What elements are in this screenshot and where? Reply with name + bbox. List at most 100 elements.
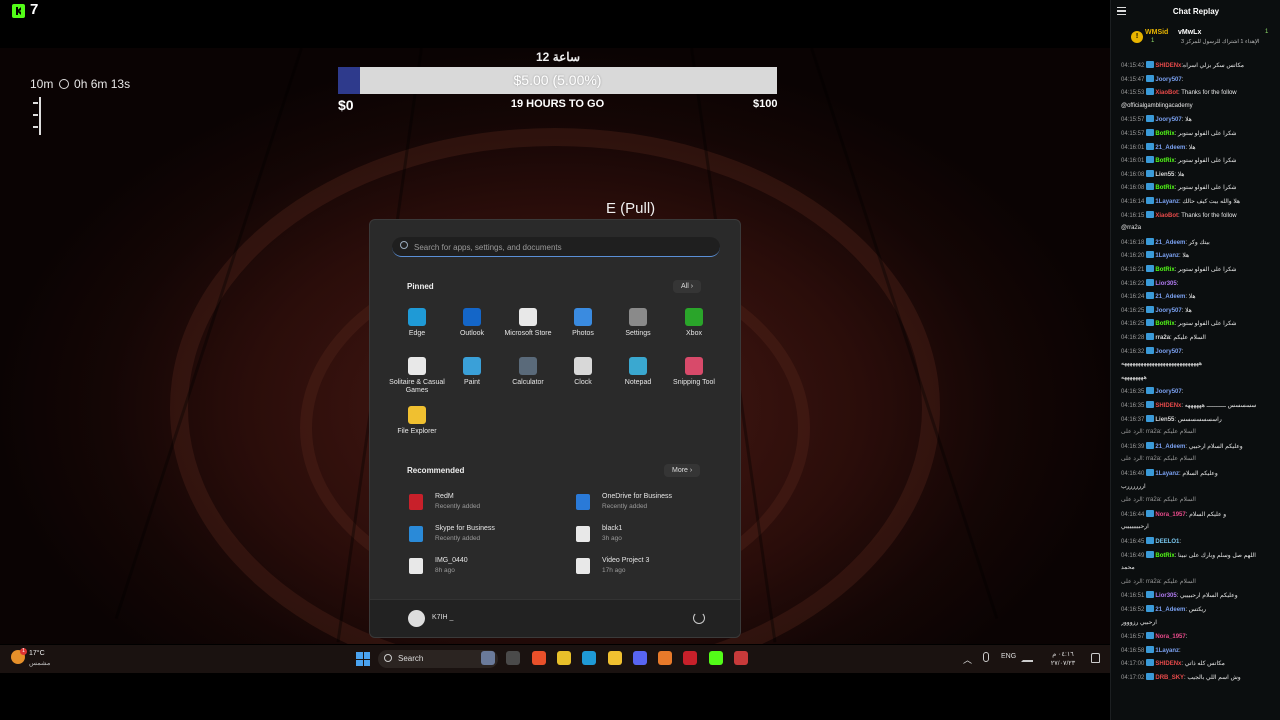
chat-username[interactable]: 1Layanz [1155,648,1179,654]
chat-username[interactable]: Joory507 [1155,349,1181,355]
pinned-app[interactable]: File Explorer [387,406,447,436]
chat-badge-icon [1146,183,1155,191]
recommended-item[interactable]: RedM Recently added [409,491,559,517]
chat-timestamp: 04:16:08 [1121,185,1145,192]
pinned-app[interactable]: Settings [608,308,668,338]
language-indicator[interactable]: ENG [1001,653,1016,660]
chevron-up-icon[interactable]: ︿ [963,653,972,666]
chrome-icon[interactable] [556,651,571,665]
chat-username[interactable]: BotRix [1155,185,1174,191]
widgets-icon[interactable] [506,651,521,665]
pinned-app[interactable]: Outlook [442,308,502,338]
chat-badge-icon [1146,61,1155,68]
chat-username[interactable]: 21_Adeem [1155,145,1185,151]
more-button[interactable]: More › [664,464,701,477]
chat-username[interactable]: Joory507 [1155,308,1181,314]
weather-desc[interactable]: مشمس [29,659,50,667]
user-avatar[interactable] [408,610,425,627]
pinned-recipient[interactable]: vMwLx [1178,29,1201,36]
notification-icon[interactable] [1091,653,1100,663]
pinned-app-label: Outlook [459,330,485,337]
edge-icon[interactable] [582,651,597,665]
tray-clock[interactable]: ٠٤:١٦ م ٢٧/٠٧/٢٣ [1039,650,1087,668]
recommended-item[interactable]: black1 3h ago [576,523,726,549]
redm-icon[interactable] [683,651,698,665]
kick-icon[interactable] [708,651,723,665]
pinned-app[interactable]: Microsoft Store [498,308,558,338]
chat-username[interactable]: SHIDENx [1155,661,1181,667]
chat-username[interactable]: XiaoBot [1155,213,1178,219]
pinned-app[interactable]: Calculator [498,357,558,387]
chat-username[interactable]: BotRix [1155,131,1174,137]
brave-icon[interactable] [531,651,546,665]
chat-username[interactable]: 21_Adeem [1155,607,1185,613]
start-search-box[interactable] [392,237,720,257]
recommended-item[interactable]: OneDrive for Business Recently added [576,491,726,517]
chat-username[interactable]: 21_Adeem [1155,444,1185,450]
power-icon[interactable] [693,612,705,624]
app-icon[interactable] [734,651,748,665]
windows-start-icon[interactable] [356,652,370,666]
chat-username[interactable]: BotRix [1155,267,1174,273]
chat-username[interactable]: SHIDENx [1155,403,1181,409]
chat-username[interactable]: DEELO1 [1155,539,1179,545]
chat-text: @officialgamblingacademy [1121,102,1193,109]
chat-message: اررررررب [1121,483,1277,491]
chat-username[interactable]: BotRix [1155,321,1174,327]
chat-username[interactable]: Joory507 [1155,389,1181,395]
onedrive-icon [576,494,590,510]
chat-username[interactable]: Lior305 [1155,593,1176,599]
chat-username[interactable]: SHIDENx [1155,63,1181,69]
network-icon[interactable] [1021,652,1033,662]
chat-message: 04:16:35 Joory507: [1121,387,1277,396]
chat-timestamp: 04:16:21 [1121,267,1145,273]
taskbar-search[interactable]: Search [378,650,498,668]
progress-marker-tick [33,126,38,128]
recommended-item[interactable]: IMG_0440 8h ago [409,555,559,581]
pinned-app[interactable]: Edge [387,308,447,338]
chat-username[interactable]: Lior305 [1155,281,1176,287]
pinned-user[interactable]: WMSid [1145,29,1168,36]
pinned-app[interactable]: Xbox [664,308,724,338]
chat-username[interactable]: BotRix [1155,553,1174,559]
chat-username[interactable]: Lien55 [1155,417,1174,423]
app-icon[interactable] [658,651,673,665]
chat-username[interactable]: Nora_1957 [1155,512,1185,518]
weather-temp[interactable]: 17°C [29,650,45,657]
chat-badge-icon [1146,333,1155,340]
chat-username[interactable]: BotRix [1155,158,1174,164]
user-name[interactable]: K7IH _ [432,614,453,621]
pinned-app[interactable]: Snipping Tool [664,357,724,387]
pinned-message[interactable]: ! WMSid vMwLx 1 1 الإهداء 1 اشتراك للرسو… [1125,26,1273,54]
all-apps-button[interactable]: All › [673,280,702,293]
discord-icon[interactable] [632,651,647,665]
chat-timestamp: 04:16:51 [1121,593,1145,600]
chat-username[interactable]: Joory507 [1155,77,1181,83]
task-view-icon[interactable] [481,651,495,665]
chat-username[interactable]: 1Layanz [1155,253,1179,259]
chat-username[interactable]: Lien55 [1155,172,1174,178]
chat-username[interactable]: 1Layanz [1155,199,1179,205]
chat-username[interactable]: Nora_1957 [1155,634,1185,640]
recommended-item[interactable]: Skype for Business Recently added [409,523,559,549]
chat-timestamp: 04:16:40 [1121,471,1145,477]
recommended-item[interactable]: Video Project 3 17h ago [576,555,726,581]
chat-username[interactable]: Joory507 [1155,117,1181,123]
pinned-app[interactable]: Clock [553,357,613,387]
chat-username[interactable]: 21_Adeem [1155,240,1185,246]
chat-message: 04:16:21 BotRix: شكرا على الفولو ستوبر [1121,265,1277,274]
pinned-app-label: Clock [574,379,592,386]
chat-username[interactable]: DRB_SKY [1155,675,1184,681]
chat-username[interactable]: 1Layanz [1155,471,1179,477]
microphone-icon[interactable] [983,652,989,662]
chat-username[interactable]: XiaoBot [1155,90,1178,96]
pinned-app[interactable]: Solitaire & Casual Games [387,357,447,395]
chat-username[interactable]: rra2a [1155,335,1170,341]
start-search-input[interactable] [414,237,714,257]
chat-username[interactable]: 21_Adeem [1155,294,1185,300]
pinned-app[interactable]: Notepad [608,357,668,387]
pinned-app[interactable]: Photos [553,308,613,338]
pinned-app[interactable]: Paint [442,357,502,387]
recommended-sub: 17h ago [602,567,626,574]
file-explorer-icon[interactable] [607,651,622,665]
